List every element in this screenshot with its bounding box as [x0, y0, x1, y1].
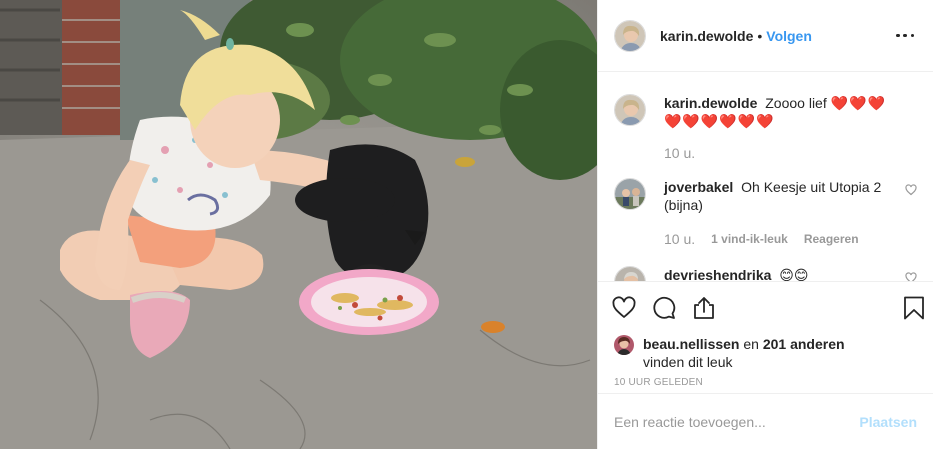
like-button[interactable]	[612, 288, 652, 328]
comment-button[interactable]	[652, 288, 692, 328]
comment-joverbakel: joverbakel Oh Keesje uit Utopia 2 (bijna…	[614, 178, 917, 248]
liker-avatar[interactable]	[614, 335, 634, 355]
likes-others-link[interactable]: 201 anderen	[763, 336, 845, 352]
post-timestamp[interactable]: 10 UUR GELEDEN	[598, 377, 933, 388]
heart-icon	[612, 295, 636, 318]
comment-text: Zoooo lief	[765, 95, 827, 111]
add-comment-bar: Plaatsen	[598, 393, 933, 449]
likes-connector: en	[743, 336, 759, 352]
instagram-post: karin.dewolde • Volgen karin.dewolde Zoo…	[0, 0, 933, 449]
like-comment-icon[interactable]	[905, 184, 917, 196]
caption-comment: karin.dewolde Zoooo lief ❤️❤️❤️❤️❤️❤️❤️❤…	[614, 94, 917, 162]
avatar[interactable]	[614, 178, 646, 210]
liker-username[interactable]: beau.nellissen	[643, 336, 739, 352]
comment-username[interactable]: karin.dewolde	[664, 95, 757, 111]
comment-username[interactable]: joverbakel	[664, 179, 733, 195]
share-button[interactable]	[692, 288, 732, 328]
comment-time[interactable]: 10 u.	[664, 144, 695, 162]
post-photo[interactable]	[0, 0, 597, 449]
comment-devrieshendrika: devrieshendrika 😊😊	[614, 266, 917, 281]
share-icon	[694, 296, 714, 319]
comment-text: 😊😊	[779, 267, 809, 281]
follow-button[interactable]: Volgen	[766, 28, 812, 44]
like-comment-icon[interactable]	[905, 272, 917, 281]
comments-list[interactable]: karin.dewolde Zoooo lief ❤️❤️❤️❤️❤️❤️❤️❤…	[598, 72, 933, 281]
action-bar	[598, 281, 933, 333]
comment-icon	[653, 296, 676, 319]
likes-summary: beau.nellissen en 201 anderen vinden dit…	[598, 335, 933, 371]
likes-suffix: vinden dit leuk	[643, 354, 733, 370]
comment-time[interactable]: 10 u.	[664, 230, 695, 248]
comment-input[interactable]	[614, 413, 860, 430]
post-comment-button[interactable]: Plaatsen	[859, 414, 917, 430]
more-options-icon[interactable]	[893, 24, 917, 48]
separator-dot: •	[757, 27, 763, 44]
reply-button[interactable]: Reageren	[804, 230, 859, 248]
photo-image	[0, 0, 597, 449]
comment-likes-count[interactable]: 1 vind-ik-leuk	[711, 230, 788, 248]
avatar[interactable]	[614, 19, 646, 52]
bookmark-icon	[904, 296, 924, 319]
post-side-panel: karin.dewolde • Volgen karin.dewolde Zoo…	[597, 0, 933, 449]
avatar[interactable]	[614, 94, 646, 126]
post-header: karin.dewolde • Volgen	[598, 0, 933, 72]
comment-username[interactable]: devrieshendrika	[664, 267, 771, 281]
header-username[interactable]: karin.dewolde	[660, 28, 753, 44]
avatar[interactable]	[614, 266, 646, 281]
save-button[interactable]	[885, 288, 925, 328]
